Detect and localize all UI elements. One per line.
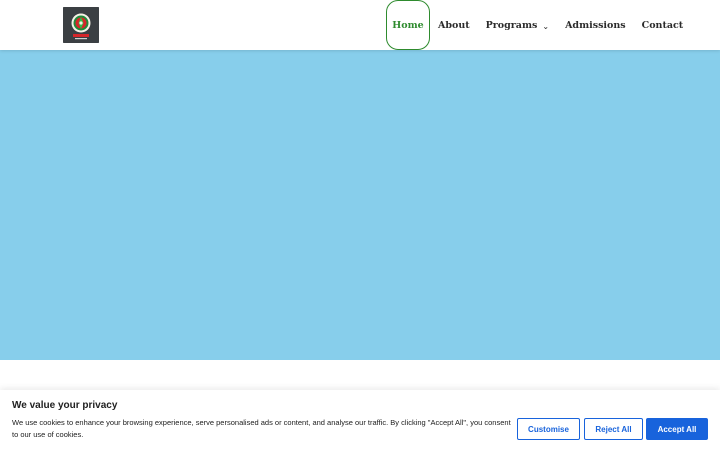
nav-home[interactable]: Home xyxy=(386,0,430,50)
school-logo[interactable] xyxy=(63,7,99,43)
accept-all-button[interactable]: Accept All xyxy=(646,418,708,440)
nav-contact-label: Contact xyxy=(641,19,684,31)
nav-about[interactable]: About xyxy=(438,0,470,50)
nav-programs-label: Programs xyxy=(485,19,538,31)
reject-all-button[interactable]: Reject All xyxy=(584,418,643,440)
nav-admissions[interactable]: Admissions xyxy=(565,0,626,50)
school-crest-icon xyxy=(63,7,99,43)
nav-admissions-label: Admissions xyxy=(565,19,626,31)
cookie-consent-banner: We value your privacy We use cookies to … xyxy=(0,390,720,450)
chevron-down-icon: ⌄ xyxy=(542,21,550,31)
cookie-banner-title: We value your privacy xyxy=(12,400,118,411)
customise-button[interactable]: Customise xyxy=(517,418,580,440)
nav-contact[interactable]: Contact xyxy=(642,0,684,50)
nav-programs[interactable]: Programs ⌄ xyxy=(486,0,549,50)
cookie-banner-text: We use cookies to enhance your browsing … xyxy=(12,418,511,439)
main-navigation: Home About Programs ⌄ Admissions Contact xyxy=(386,0,683,50)
hero-banner xyxy=(0,50,720,360)
nav-about-label: About xyxy=(438,19,470,31)
nav-home-label: Home xyxy=(392,19,424,31)
site-header: Home About Programs ⌄ Admissions Contact xyxy=(0,0,720,50)
